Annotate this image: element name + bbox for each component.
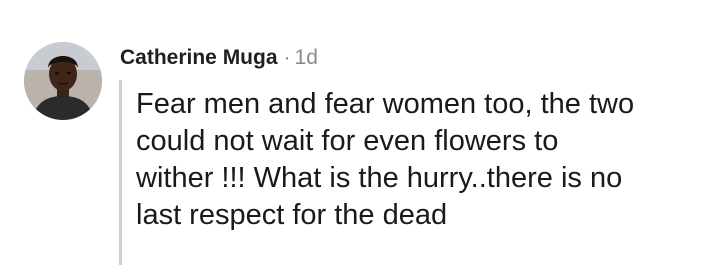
- comment-text: Fear men and fear women too, the two cou…: [136, 86, 711, 234]
- comment-line-4: last respect for the dead: [136, 199, 448, 231]
- comment-header: Catherine Muga · 1d: [120, 44, 318, 74]
- comment-line-2: could not wait for even flowers to: [136, 125, 559, 157]
- comment-line-3: wither !!! What is the hurry..there is n…: [136, 162, 623, 194]
- comment-line-1: Fear men and fear women too, the two: [136, 88, 635, 120]
- thread-line: [119, 80, 122, 265]
- author-avatar[interactable]: [24, 42, 102, 120]
- author-name[interactable]: Catherine Muga: [120, 46, 278, 69]
- comment-timestamp: 1d: [294, 46, 318, 69]
- meta-separator: ·: [283, 46, 291, 69]
